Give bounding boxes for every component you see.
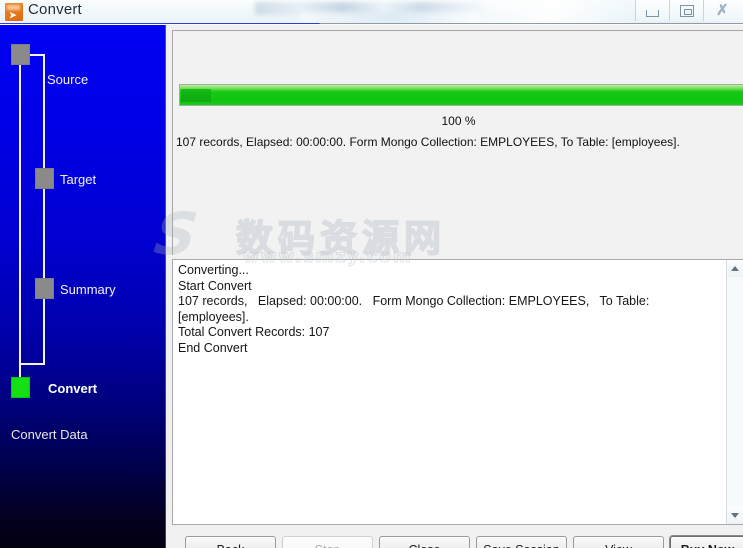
- wizard-sidebar: Source Target Summary Convert Convert Da…: [0, 25, 166, 548]
- progress-bar-chunk: [181, 89, 211, 102]
- minimize-button[interactable]: [635, 0, 669, 21]
- progress-bar-fill: [180, 85, 743, 105]
- back-button[interactable]: Back: [185, 536, 276, 548]
- step-marker-source[interactable]: [11, 44, 30, 65]
- wizard-rail-right: [43, 54, 45, 365]
- step-marker-summary[interactable]: [35, 278, 54, 299]
- progress-panel: 100 % 107 records, Elapsed: 00:00:00. Fo…: [172, 30, 743, 255]
- scroll-up-triangle: [731, 266, 739, 271]
- window-title: Convert: [28, 1, 82, 18]
- scroll-up-icon[interactable]: [727, 260, 743, 277]
- sidebar-item-summary[interactable]: Summary: [60, 282, 116, 297]
- sidebar-item-target[interactable]: Target: [60, 172, 96, 187]
- maximize-button[interactable]: [669, 0, 703, 21]
- log-output-text: Converting... Start Convert 107 records,…: [178, 263, 650, 355]
- maximize-icon: [680, 5, 694, 17]
- log-output-panel[interactable]: Converting... Start Convert 107 records,…: [172, 259, 743, 525]
- step-marker-convert[interactable]: [11, 377, 30, 398]
- close-button[interactable]: ✗: [703, 0, 743, 21]
- save-session-button[interactable]: Save Session: [476, 536, 567, 548]
- app-icon-arrow-glyph: ➤: [9, 10, 17, 20]
- progress-percent-label: 100 %: [441, 114, 476, 128]
- sidebar-item-source[interactable]: Source: [47, 72, 88, 87]
- step-marker-target[interactable]: [35, 168, 54, 189]
- convert-window: ➤ Convert ✗ Source Target Summary Conver…: [0, 0, 743, 548]
- scroll-down-triangle: [731, 513, 739, 518]
- progress-status-text: 107 records, Elapsed: 00:00:00. Form Mon…: [176, 135, 680, 149]
- wizard-rail-connector-convert: [19, 363, 45, 365]
- sidebar-footer-label: Convert Data: [11, 427, 88, 442]
- convert-app-icon: ➤: [5, 3, 23, 21]
- progress-bar: [179, 84, 743, 106]
- button-bar: Back Stop Close Save Session View Buy No…: [166, 527, 743, 548]
- view-button[interactable]: View: [573, 536, 664, 548]
- sidebar-item-convert[interactable]: Convert: [48, 381, 97, 396]
- buy-now-button[interactable]: Buy Now: [669, 535, 743, 548]
- log-scrollbar-track[interactable]: [727, 277, 743, 507]
- scroll-down-icon[interactable]: [727, 507, 743, 524]
- stop-button: Stop: [282, 536, 373, 548]
- log-scrollbar[interactable]: [726, 260, 743, 524]
- close-icon: ✗: [716, 2, 729, 19]
- close-button-main[interactable]: Close: [379, 536, 470, 548]
- title-bar: ➤ Convert ✗: [0, 0, 743, 24]
- titlebar-underline: [0, 23, 743, 24]
- minimize-icon: [646, 10, 659, 17]
- main-panel: 100 % 107 records, Elapsed: 00:00:00. Fo…: [166, 25, 743, 548]
- wizard-rail-left: [19, 65, 21, 378]
- window-controls: ✗: [635, 0, 743, 22]
